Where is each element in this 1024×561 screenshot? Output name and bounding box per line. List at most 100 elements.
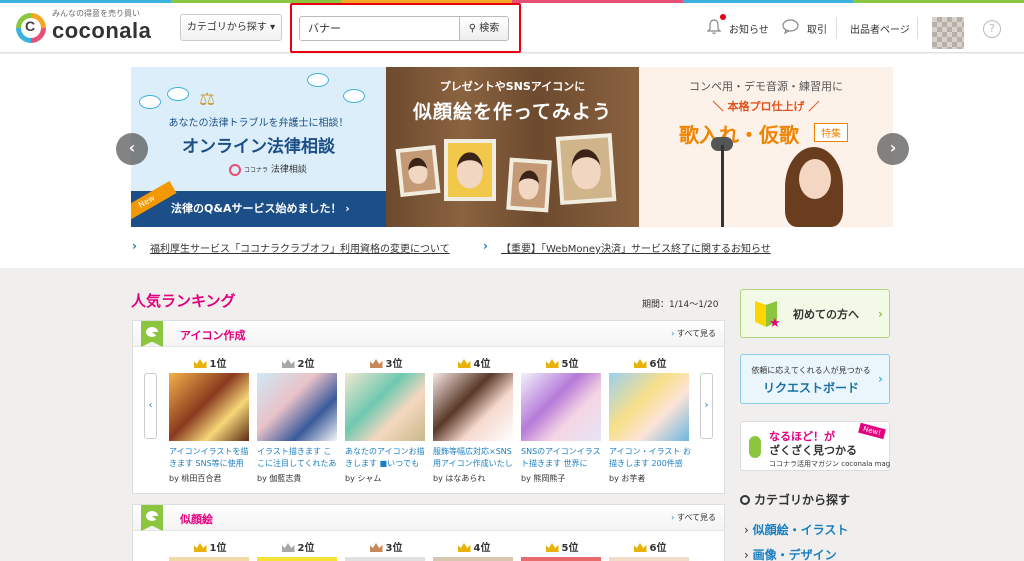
request-board-caption: 依頼に応えてくれる人が見つかる <box>751 366 871 375</box>
see-all-link[interactable]: すべて見る <box>671 512 716 523</box>
banner-title: 似顔絵を作ってみよう <box>412 101 613 123</box>
crown-icon <box>545 359 559 368</box>
search-icon: ⚲ <box>468 23 477 34</box>
item-thumbnail[interactable] <box>433 557 513 561</box>
item-thumbnail[interactable] <box>257 373 337 441</box>
item-thumbnail[interactable] <box>521 557 601 561</box>
list-item[interactable]: 2位 <box>257 539 339 561</box>
category-link-illustration[interactable]: 似顔絵・イラスト <box>744 521 849 538</box>
category-search-button[interactable]: カテゴリから探す ▾ <box>180 14 282 41</box>
banner-subtitle: あなたの法律トラブルを弁護士に相談！ <box>168 118 349 129</box>
ranking-panel-portrait: 似顔絵 すべて見る 1位 2位 3位 4位 5位 6位 <box>132 504 725 561</box>
new-badge: New! <box>858 422 886 440</box>
panel-title[interactable]: アイコン作成 <box>180 327 245 343</box>
banner-subtitle: コンペ用・デモ音源・練習用に <box>689 80 843 93</box>
item-thumbnail[interactable] <box>257 557 337 561</box>
item-thumbnail[interactable] <box>345 373 425 441</box>
rank-number: 6位 <box>649 543 667 554</box>
chevron-left-icon[interactable]: ‹ <box>144 373 157 439</box>
item-thumbnail[interactable] <box>345 557 425 561</box>
bell-icon[interactable] <box>707 19 721 35</box>
first-time-guide-button[interactable]: ★ 初めての方へ › <box>740 289 890 338</box>
list-item[interactable]: 3位 <box>345 539 427 561</box>
item-seller[interactable]: by 熊岡熊子 <box>521 473 603 484</box>
crown-icon <box>281 359 295 368</box>
see-all-link[interactable]: すべて見る <box>671 328 716 339</box>
list-item[interactable]: 4位 <box>433 539 515 561</box>
item-thumbnail[interactable] <box>609 557 689 561</box>
rank-number: 4位 <box>473 543 491 554</box>
banner-legal-consultation[interactable]: ⚖ あなたの法律トラブルを弁護士に相談！ オンライン法律相談 ココナラ 法律相談… <box>131 67 386 227</box>
legal-logo-small: ココナラ <box>244 167 269 174</box>
chat-icon[interactable] <box>782 19 799 34</box>
search-input[interactable]: バナー <box>299 16 459 41</box>
notifications-link[interactable]: お知らせ <box>729 21 769 36</box>
portrait-frame <box>444 139 496 201</box>
category-heading: カテゴリから探す <box>740 491 850 508</box>
list-item[interactable]: 2位 イラスト描きます こ こに注目してくれたあ by 伽藍志貴 <box>257 355 339 484</box>
item-seller[interactable]: by 伽藍志貴 <box>257 473 339 484</box>
coconala-logo[interactable]: C みんなの得意を売り買い coconala <box>16 7 166 47</box>
seller-page-link[interactable]: 出品者ページ <box>850 21 910 36</box>
carousel-prev-button[interactable]: ‹ <box>116 133 148 165</box>
list-item[interactable]: 6位 <box>609 539 691 561</box>
feature-badge: 特集 <box>814 123 848 142</box>
legal-logo: ココナラ 法律相談 <box>229 162 307 176</box>
rank-label: 2位 <box>257 355 339 371</box>
banner-singing[interactable]: コンペ用・デモ音源・練習用に ＼ 本格プロ仕上げ ／ 歌入れ・仮歌 特集 <box>639 67 893 227</box>
notice-link[interactable]: 【重要】「WebMoney決済」サービス終了に関するお知らせ <box>501 240 771 255</box>
item-seller[interactable]: by シャム <box>345 473 427 484</box>
request-board-button[interactable]: 依頼に応えてくれる人が見つかる リクエストボード › <box>740 354 890 404</box>
notice-link[interactable]: 福利厚生サービス「ココナラクラブオフ」利用資格の変更について <box>150 240 450 255</box>
list-item[interactable]: 1位 アイコンイラストを描きます SNS等に使用 by 桃田百合君 <box>169 355 251 484</box>
banner-portrait[interactable]: プレゼントやSNSアイコンに 似顔絵を作ってみよう <box>386 67 639 227</box>
category-link-design[interactable]: 画像・デザイン <box>744 546 837 561</box>
logo-text: coconala <box>52 18 152 43</box>
request-board-label: リクエストボード <box>762 381 859 395</box>
item-description[interactable]: SNSのアイコンイラスト描きます 世界に <box>521 446 603 470</box>
logo-mark-letter: C <box>25 18 36 34</box>
list-item[interactable]: 4位 服飾等幅広対応×SNS用アイコン作成いたし by はなあられ <box>433 355 515 484</box>
panel-title[interactable]: 似顔絵 <box>180 511 213 527</box>
item-thumbnail[interactable] <box>609 373 689 441</box>
carousel-next-button[interactable]: › <box>877 133 909 165</box>
list-item[interactable]: 1位 <box>169 539 251 561</box>
item-description[interactable]: アイコンイラストを描きます SNS等に使用 <box>169 446 251 470</box>
item-description[interactable]: 服飾等幅広対応×SNS用アイコン作成いたし <box>433 446 515 470</box>
list-item[interactable]: 5位 <box>521 539 603 561</box>
coconala-ribbon-icon <box>141 505 163 531</box>
rank-label: 5位 <box>521 539 603 555</box>
item-thumbnail[interactable] <box>521 373 601 441</box>
banner-carousel: ⚖ あなたの法律トラブルを弁護士に相談！ オンライン法律相談 ココナラ 法律相談… <box>0 54 1024 268</box>
list-item[interactable]: 6位 アイコン・イラスト お描きします 200件感 by お芋者 <box>609 355 691 484</box>
item-description[interactable]: あなたのアイコンお描 きします ■いつでも <box>345 446 427 470</box>
rank-label: 4位 <box>433 539 515 555</box>
coconala-mag-banner[interactable]: なるほど！が ざくざく見つかる ココナラ活用マガジン coconala mag … <box>740 421 890 471</box>
category-heading-label: カテゴリから探す <box>754 493 851 507</box>
avatar[interactable] <box>932 17 964 49</box>
item-thumbnail[interactable] <box>169 557 249 561</box>
crown-icon <box>193 359 207 368</box>
search-button[interactable]: ⚲ 検索 <box>459 16 509 41</box>
item-seller[interactable]: by お芋者 <box>609 473 691 484</box>
help-icon[interactable]: ? <box>983 20 1001 38</box>
crown-icon <box>457 543 471 552</box>
item-seller[interactable]: by はなあられ <box>433 473 515 484</box>
list-item[interactable]: 5位 SNSのアイコンイラスト描きます 世界に by 熊岡熊子 <box>521 355 603 484</box>
item-description[interactable]: イラスト描きます こ こに注目してくれたあ <box>257 446 339 470</box>
banner-title: 歌入れ・仮歌 <box>679 123 799 147</box>
list-item[interactable]: 3位 あなたのアイコンお描 きします ■いつでも by シャム <box>345 355 427 484</box>
chevron-right-icon[interactable]: › <box>700 373 713 439</box>
rank-number: 6位 <box>649 359 667 370</box>
legal-logo-text: 法律相談 <box>270 165 307 175</box>
item-thumbnail[interactable] <box>433 373 513 441</box>
scales-icon: ⚖ <box>199 89 216 110</box>
item-description[interactable]: アイコン・イラスト お描きします 200件感 <box>609 446 691 470</box>
singer-face <box>799 159 831 199</box>
crown-icon <box>633 359 647 368</box>
item-thumbnail[interactable] <box>169 373 249 441</box>
rank-number: 5位 <box>561 543 579 554</box>
transactions-link[interactable]: 取引 <box>807 21 827 36</box>
crown-icon <box>369 359 383 368</box>
item-seller[interactable]: by 桃田百合君 <box>169 473 251 484</box>
